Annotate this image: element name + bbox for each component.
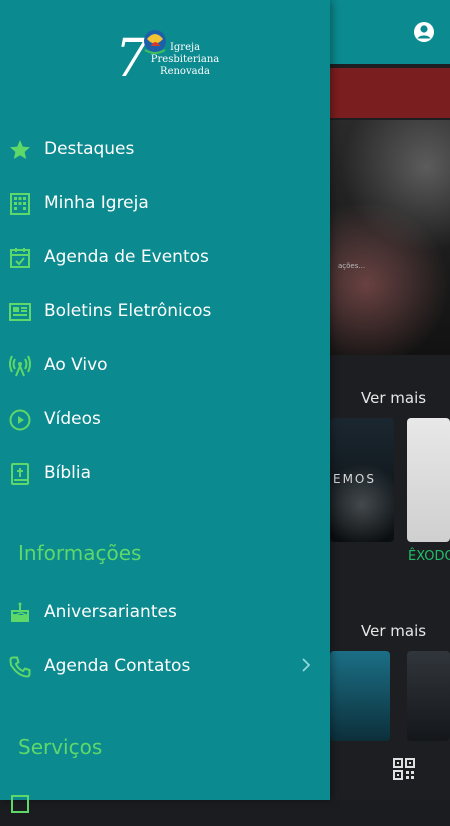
phone-icon [8, 655, 32, 679]
menu-label: Ao Vivo [44, 355, 108, 375]
thumbnail-text: EMOS [333, 472, 376, 486]
logo-line: Igreja [169, 42, 201, 53]
qr-code-icon[interactable] [393, 758, 415, 780]
building-icon [8, 192, 32, 216]
menu-item-agenda-contatos[interactable]: Agenda Contatos [0, 645, 330, 689]
profile-icon[interactable] [412, 20, 436, 44]
navigation-drawer: 7 Igreja Presbiteriana Renovada Destaque… [0, 0, 330, 813]
menu-item-partial[interactable] [0, 782, 330, 826]
svg-text:7: 7 [115, 29, 149, 84]
bible-icon [8, 462, 32, 486]
menu-label: Bíblia [44, 463, 92, 483]
newspaper-icon [8, 300, 32, 324]
menu-label: Agenda de Eventos [44, 247, 209, 267]
video-thumbnail[interactable] [407, 418, 450, 542]
menu-item-videos[interactable]: Vídeos [0, 398, 330, 442]
section-title-servicos: Serviços [18, 735, 103, 759]
menu-label: Agenda Contatos [44, 656, 191, 676]
video-thumbnail[interactable] [407, 651, 450, 741]
logo-line: Renovada [160, 66, 210, 77]
menu-item-biblia[interactable]: Bíblia [0, 452, 330, 496]
broadcast-icon [8, 354, 32, 378]
menu-item-ao-vivo[interactable]: Ao Vivo [0, 344, 330, 388]
menu-item-minha-igreja[interactable]: Minha Igreja [0, 182, 330, 226]
video-title: ÊXODO [408, 549, 450, 564]
play-circle-icon [8, 408, 32, 432]
cake-icon [8, 601, 32, 625]
menu-icon [8, 792, 32, 816]
menu-item-agenda-eventos[interactable]: Agenda de Eventos [0, 236, 330, 280]
menu-item-boletins[interactable]: Boletins Eletrônicos [0, 290, 330, 334]
menu-label: Vídeos [44, 409, 101, 429]
menu-item-aniversariantes[interactable]: Aniversariantes [0, 591, 330, 635]
menu-label: Boletins Eletrônicos [44, 301, 212, 321]
menu-label: Minha Igreja [44, 193, 149, 213]
promo-banner[interactable] [330, 68, 450, 118]
hero-caption: ações... [338, 262, 366, 270]
chevron-right-icon [298, 657, 314, 673]
calendar-check-icon [8, 246, 32, 270]
logo-line: Presbiteriana [150, 54, 220, 65]
menu-label: Destaques [44, 139, 135, 159]
see-more-link[interactable]: Ver mais [361, 389, 426, 407]
featured-image[interactable] [330, 120, 450, 355]
menu-item-destaques[interactable]: Destaques [0, 128, 330, 172]
menu-label: Aniversariantes [44, 602, 177, 622]
star-icon [8, 138, 32, 162]
see-more-link[interactable]: Ver mais [361, 622, 426, 640]
church-name: Igreja Presbiteriana Renovada [145, 42, 225, 78]
section-title-informacoes: Informações [18, 541, 142, 565]
video-thumbnail[interactable] [330, 651, 390, 741]
